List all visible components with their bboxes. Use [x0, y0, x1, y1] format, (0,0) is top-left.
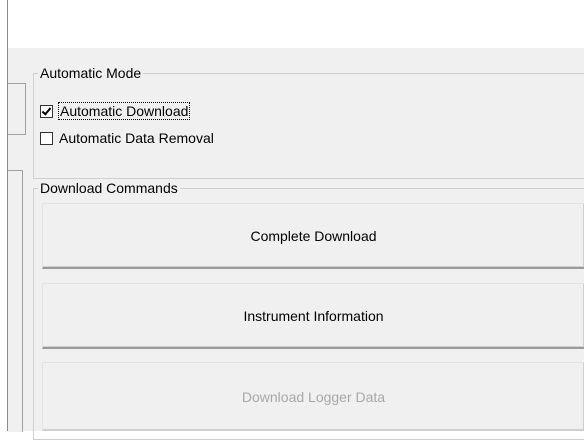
automatic-download-label: Automatic Download [57, 102, 191, 120]
checkbox-checked-icon[interactable] [40, 104, 53, 118]
instrument-information-button[interactable]: Instrument Information [42, 283, 584, 349]
complete-download-button[interactable]: Complete Download [42, 203, 584, 269]
left-panel-fragment [8, 83, 26, 135]
title-area [0, 0, 584, 48]
automatic-mode-group: Automatic Mode [33, 65, 584, 179]
left-panel-fragment-lower [8, 170, 23, 432]
checkbox-unchecked-icon[interactable] [40, 131, 53, 145]
automatic-download-checkbox[interactable]: Automatic Download [40, 102, 191, 120]
automatic-data-removal-checkbox[interactable]: Automatic Data Removal [40, 129, 214, 147]
application-window: Automatic Mode Automatic Download Automa… [0, 0, 584, 440]
download-commands-title: Download Commands [38, 180, 180, 196]
automatic-mode-title: Automatic Mode [38, 65, 144, 81]
automatic-data-removal-label: Automatic Data Removal [59, 130, 214, 146]
download-logger-data-button[interactable]: Download Logger Data [42, 362, 584, 431]
